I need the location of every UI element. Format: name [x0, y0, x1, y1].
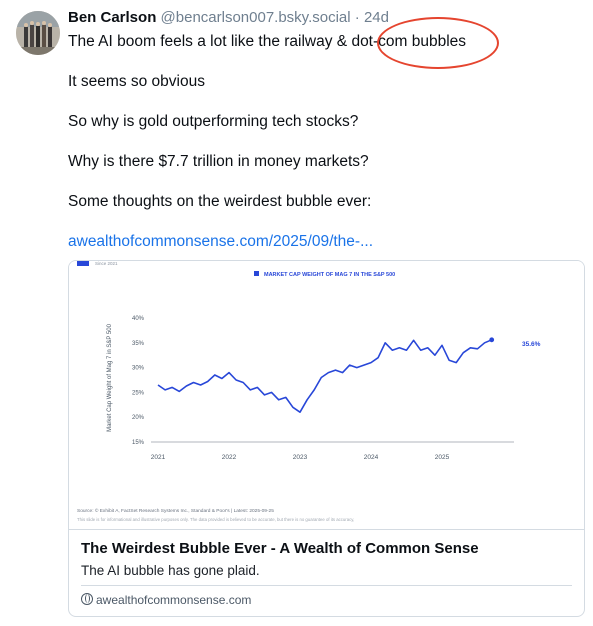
- y-tick-label: 40%: [132, 316, 145, 322]
- y-tick-label: 20%: [132, 415, 145, 421]
- post-text-line-4: Why is there $7.7 trillion in money mark…: [68, 153, 369, 170]
- x-tick-label: 2022: [222, 454, 237, 461]
- author-handle[interactable]: @bencarlson007.bsky.social: [161, 9, 351, 26]
- post-link[interactable]: awealthofcommonsense.com/2025/09/the-...: [68, 233, 373, 251]
- x-tick-label: 2025: [435, 454, 450, 461]
- series-line: [157, 339, 493, 413]
- top-legend-text: Since 2021: [95, 261, 118, 266]
- chart-title: MARKET CAP WEIGHT OF MAG 7 IN THE S&P 50…: [264, 272, 395, 278]
- chart-image: Since 2021 MARKET CAP WEIGHT OF MAG 7 IN…: [69, 261, 584, 529]
- card-domain[interactable]: awealthofcommonsense.com: [81, 593, 251, 607]
- x-tick-label: 2024: [364, 454, 379, 461]
- post-header: Ben Carlson @bencarlson007.bsky.social ·…: [68, 9, 389, 26]
- x-tick-label: 2023: [293, 454, 308, 461]
- avatar[interactable]: [16, 11, 60, 55]
- card-description: The AI bubble has gone plaid.: [81, 563, 260, 578]
- card-inner-divider: [81, 585, 572, 586]
- series-end-point: [489, 337, 495, 343]
- y-tick-label: 15%: [132, 440, 145, 446]
- post-text-line-3: So why is gold outperforming tech stocks…: [68, 113, 359, 130]
- card-title[interactable]: The Weirdest Bubble Ever - A Wealth of C…: [81, 540, 479, 557]
- chart-legend-swatch: [254, 271, 259, 276]
- chart-source: Source: © Exhibit A, FactSet Research Sy…: [77, 507, 274, 514]
- top-legend-swatch: [77, 261, 89, 266]
- avatar-image: [16, 11, 60, 55]
- y-tick-label: 35%: [132, 341, 145, 347]
- card-divider: [69, 529, 584, 530]
- post-text-line-5: Some thoughts on the weirdest bubble eve…: [68, 193, 372, 210]
- chart-disclaimer: This slide is for informational and illu…: [77, 517, 354, 522]
- header-separator: ·: [354, 9, 360, 26]
- red-annotation-circle: [377, 17, 499, 69]
- mag7-weight-chart: Since 2021 MARKET CAP WEIGHT OF MAG 7 IN…: [77, 261, 541, 522]
- y-axis-label: Market Cap Weight of Mag 7 in S&P 500: [107, 323, 113, 431]
- y-tick-label: 30%: [132, 366, 145, 372]
- post-timestamp[interactable]: 24d: [364, 9, 389, 26]
- author-name[interactable]: Ben Carlson: [68, 9, 156, 26]
- link-preview-card[interactable]: Since 2021 MARKET CAP WEIGHT OF MAG 7 IN…: [68, 260, 585, 617]
- globe-icon: [81, 593, 93, 605]
- y-tick-label: 25%: [132, 390, 145, 396]
- card-domain-text: awealthofcommonsense.com: [96, 593, 252, 607]
- post-text-line-2: It seems so obvious: [68, 73, 205, 90]
- x-tick-label: 2021: [151, 454, 166, 461]
- end-value-label: 35.6%: [522, 341, 541, 348]
